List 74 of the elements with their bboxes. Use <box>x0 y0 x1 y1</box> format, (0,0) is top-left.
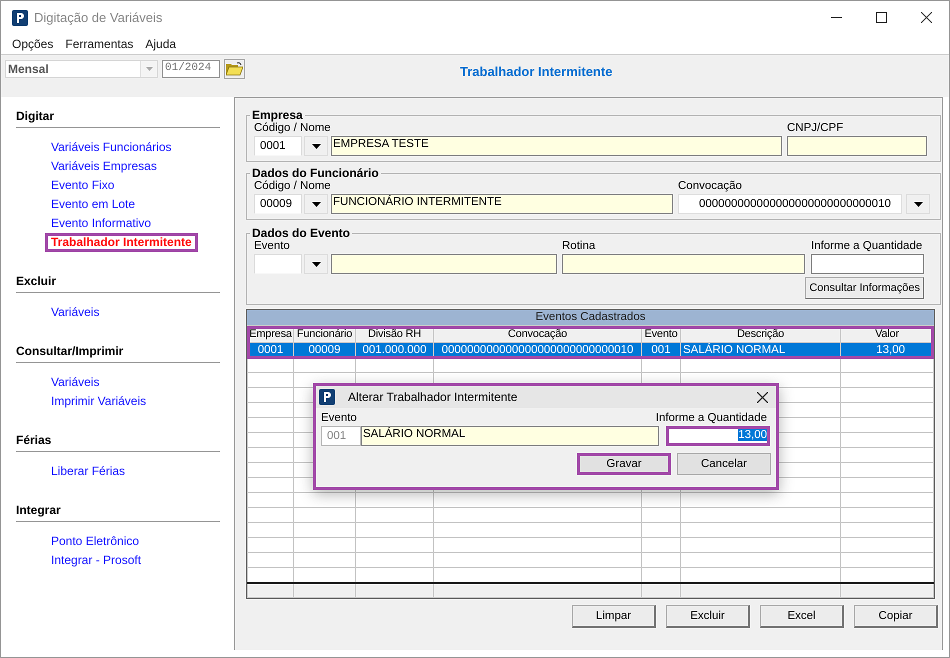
section-title: Férias <box>16 433 220 452</box>
dialog-button[interactable]: Gravar <box>577 453 671 475</box>
dropdown-button[interactable] <box>304 136 328 156</box>
sidebar-link[interactable]: Evento Informativo <box>45 214 158 233</box>
group-title: Empresa <box>251 108 304 122</box>
close-icon[interactable] <box>757 392 768 402</box>
sidebar-link[interactable]: Imprimir Variáveis <box>45 392 152 411</box>
section-title: Digitar <box>16 109 220 128</box>
field-label: Evento <box>321 412 357 424</box>
window-title: Digitação de Variáveis <box>34 10 164 25</box>
routine-field[interactable] <box>562 254 805 274</box>
caret-icon <box>914 202 922 206</box>
section-title: Consultar/Imprimir <box>16 344 220 363</box>
caret-icon <box>312 202 320 206</box>
dropdown-button[interactable] <box>304 194 328 214</box>
sidebar-link[interactable]: Variáveis Funcionários <box>45 138 178 157</box>
dialog-button[interactable]: Cancelar <box>677 453 771 475</box>
code-field[interactable]: 0001 <box>254 136 302 156</box>
dropdown-button[interactable] <box>906 194 930 214</box>
action-button[interactable]: Excluir <box>666 605 750 628</box>
field-label: Rotina <box>561 240 596 252</box>
sidebar-link[interactable]: Trabalhador Intermitente <box>45 233 198 252</box>
sidebar-link[interactable]: Integrar - Prosoft <box>45 551 148 570</box>
sidebar-link[interactable]: Variáveis <box>45 303 106 322</box>
close-icon[interactable] <box>921 12 932 23</box>
menu-item[interactable]: Ajuda <box>145 37 176 51</box>
code-field[interactable] <box>254 254 302 274</box>
group-title: Dados do Evento <box>251 226 352 240</box>
event-field[interactable] <box>331 254 557 274</box>
date-field[interactable]: 01/2024 <box>162 60 220 78</box>
period-dropdown[interactable]: Mensal <box>5 60 158 78</box>
logo-icon <box>319 389 335 405</box>
quantity-field[interactable]: 13,00 <box>666 426 770 446</box>
sidebar-link[interactable]: Evento Fixo <box>45 176 120 195</box>
dialog-title: Alterar Trabalhador Intermitente <box>348 390 518 404</box>
code-field: 001 <box>321 426 361 446</box>
code-field[interactable]: 00009 <box>254 194 302 214</box>
field-label: Informe a Quantidade <box>656 412 767 424</box>
field-label: Evento <box>254 240 291 252</box>
sidebar-link[interactable]: Variáveis Empresas <box>45 157 163 176</box>
convocation-field[interactable]: 000000000000000000000000000010 <box>678 194 902 214</box>
caret-icon <box>312 144 320 148</box>
open-button[interactable] <box>224 59 245 79</box>
menu-item[interactable]: Opções <box>12 37 54 51</box>
caret-icon <box>146 67 152 71</box>
maximize-icon[interactable] <box>876 12 887 23</box>
sidebar-link[interactable]: Variáveis <box>45 373 106 392</box>
menu-item[interactable]: Ferramentas <box>65 37 134 51</box>
page-title: Trabalhador Intermitente <box>460 64 612 79</box>
name-field[interactable]: FUNCIONÁRIO INTERMITENTE <box>331 194 673 214</box>
field-label: Código / Nome <box>254 122 332 134</box>
section-title: Integrar <box>16 503 220 522</box>
dropdown-button[interactable] <box>304 254 328 274</box>
consult-button[interactable]: Consultar Informações <box>805 277 924 299</box>
group-title: Dados do Funcionário <box>251 166 380 180</box>
name-field[interactable]: EMPRESA TESTE <box>331 136 782 156</box>
caret-icon <box>312 262 320 266</box>
folder-icon <box>226 62 243 76</box>
sidebar-link[interactable]: Liberar Férias <box>45 462 132 481</box>
field-label: CNPJ/CPF <box>786 122 844 134</box>
field-label: Código / Nome <box>254 180 332 192</box>
field-label: Informe a Quantidade <box>810 240 924 252</box>
quantity-field[interactable] <box>811 254 924 274</box>
action-button[interactable]: Copiar <box>854 605 938 628</box>
logo-icon <box>12 10 28 26</box>
section-title: Excluir <box>16 274 220 293</box>
field-label: Convocação <box>677 180 743 192</box>
event-field[interactable]: SALÁRIO NORMAL <box>361 426 659 446</box>
cnpj-field[interactable] <box>787 136 927 156</box>
sidebar-link[interactable]: Evento em Lote <box>45 195 142 214</box>
table-title: Eventos Cadastrados <box>247 310 934 325</box>
action-button[interactable]: Excel <box>760 605 844 628</box>
sidebar-link[interactable]: Ponto Eletrônico <box>45 532 146 551</box>
action-button[interactable]: Limpar <box>572 605 656 628</box>
